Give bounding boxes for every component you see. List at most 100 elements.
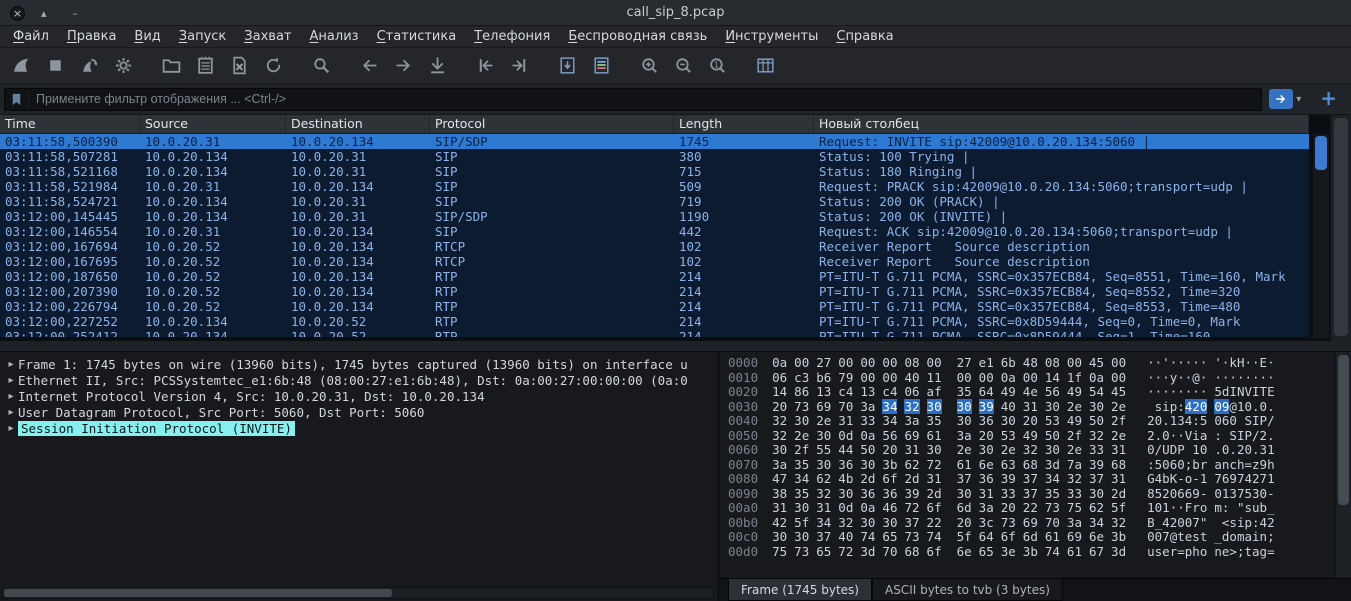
packet-row[interactable]: 03:11:58,50728110.0.20.13410.0.20.31SIP3… [0,149,1309,164]
hex-byte[interactable]: 00 [838,355,853,370]
hex-byte[interactable]: 40 [904,370,919,385]
ascii-char[interactable]: . [1267,428,1275,443]
hex-byte[interactable]: 08 [904,355,919,370]
ascii-char[interactable]: 3 [1177,413,1185,428]
hex-byte[interactable]: 30 [772,442,787,457]
cell-time[interactable]: 03:12:00,167695 [0,254,140,269]
hex-byte[interactable]: 35 [794,457,809,472]
ascii-char[interactable]: r [1192,500,1200,515]
hex-byte[interactable]: 0a [772,355,787,370]
hex-byte[interactable]: c4 [882,384,897,399]
ascii-char[interactable]: _ [1267,500,1275,515]
hex-row[interactable]: 00703a353036303b6272616e63683d7a3968:506… [728,458,1333,473]
packet-row[interactable]: 03:11:58,52198410.0.20.3110.0.20.134SIP5… [0,179,1309,194]
hex-byte[interactable]: 86 [794,384,809,399]
menu-item-8[interactable]: Беспроводная связь [559,26,716,48]
ascii-char[interactable] [1229,500,1237,515]
hex-byte[interactable]: 30 [860,457,875,472]
hex-byte[interactable]: 68 [904,544,919,559]
hex-byte[interactable]: 54 [1089,384,1104,399]
menu-item-3[interactable]: Запуск [170,26,236,48]
hex-byte[interactable]: 39 [1089,457,1104,472]
cell-destination[interactable]: 10.0.20.31 [286,164,430,179]
cell-destination[interactable]: 10.0.20.31 [286,194,430,209]
hex-byte[interactable]: 13 [860,384,875,399]
column-header-4[interactable]: Length [674,115,814,133]
hex-byte[interactable]: 33 [1067,486,1082,501]
cell-source[interactable]: 10.0.20.52 [140,284,286,299]
hex-byte[interactable]: 32 [1111,515,1126,530]
hex-byte[interactable]: 70 [882,544,897,559]
hex-byte[interactable]: 6f [927,500,942,515]
hex-byte[interactable]: 6f [1001,529,1016,544]
capture-options-button[interactable] [110,52,137,80]
hex-byte[interactable]: 34 [1089,515,1104,530]
cell-source[interactable]: 10.0.20.134 [140,314,286,329]
hex-byte[interactable]: 68 [1023,457,1038,472]
ascii-char[interactable]: u [1147,544,1155,559]
hex-byte[interactable]: 72 [927,457,942,472]
ascii-char[interactable]: t [1244,544,1252,559]
save-file-button[interactable] [192,52,219,80]
hex-byte[interactable]: 30 [838,486,853,501]
menu-item-10[interactable]: Справка [827,26,902,48]
hex-byte[interactable]: 61 [957,457,972,472]
hex-byte[interactable]: 31 [816,500,831,515]
packet-row[interactable]: 03:11:58,52472110.0.20.13410.0.20.31SIP7… [0,194,1309,209]
hex-byte[interactable]: 2d [904,471,919,486]
cell-time[interactable]: 03:12:00,207390 [0,284,140,299]
ascii-char[interactable]: 0 [1162,428,1170,443]
hex-byte[interactable]: 62 [904,457,919,472]
ascii-char[interactable]: . [1162,413,1170,428]
hex-byte[interactable]: 73 [1001,515,1016,530]
hex-byte[interactable]: 2e [816,413,831,428]
packet-row[interactable]: 03:12:00,18765010.0.20.5210.0.20.134RTP2… [0,269,1309,284]
hex-byte[interactable]: 32 [772,428,787,443]
hex-byte[interactable]: 20 [1001,500,1016,515]
cell-protocol[interactable]: SIP [430,194,674,209]
packet-row[interactable]: 03:12:00,20739010.0.20.5210.0.20.134RTP2… [0,284,1309,299]
column-header-1[interactable]: Source [140,115,286,133]
ascii-char[interactable]: 1 [1267,471,1275,486]
cell-destination[interactable]: 10.0.20.134 [286,269,430,284]
ascii-char[interactable]: 0 [1147,442,1155,457]
ascii-char[interactable]: i [1252,529,1260,544]
filter-bookmark-icon[interactable] [5,91,29,108]
ascii-char[interactable]: z [1252,457,1260,472]
ascii-char[interactable]: 0 [1214,413,1222,428]
cell-protocol[interactable]: RTP [430,269,674,284]
hex-byte[interactable]: 0a [1001,370,1016,385]
hex-byte[interactable]: 3a [904,413,919,428]
hex-byte[interactable]: 00 [979,370,994,385]
ascii-char[interactable]: 1 [1162,500,1170,515]
ascii-char[interactable]: @ [1192,370,1200,385]
hex-byte[interactable]: 1f [1067,370,1082,385]
hex-byte[interactable]: 00 [1111,370,1126,385]
hex-byte[interactable]: 74 [860,529,875,544]
hex-row[interactable]: 0020148613c413c406af3564494e56495445····… [728,385,1333,400]
cell-length[interactable]: 214 [674,284,814,299]
hex-byte[interactable]: 39 [1001,471,1016,486]
ascii-char[interactable]: s [1192,529,1200,544]
ascii-char[interactable]: m [1214,500,1222,515]
hex-byte[interactable]: 40 [1001,399,1016,414]
ascii-char[interactable]: · [1177,384,1185,399]
cell-protocol[interactable]: RTCP [430,239,674,254]
ascii-char[interactable]: · [1267,355,1275,370]
cell-destination[interactable]: 10.0.20.134 [286,134,430,149]
hex-byte[interactable]: 61 [1045,529,1060,544]
ascii-char[interactable]: k [1229,355,1237,370]
hex-byte[interactable]: 31 [927,471,942,486]
ascii-char[interactable]: : [1214,428,1222,443]
hex-byte[interactable]: 50 [1045,428,1060,443]
hex-byte[interactable]: 62 [816,471,831,486]
hex-byte[interactable]: 39 [904,486,919,501]
hex-byte[interactable]: 06 [904,384,919,399]
packet-row[interactable]: 03:12:00,25241210.0.20.13410.0.20.52RTP2… [0,329,1309,337]
hex-byte[interactable]: 2e [1067,442,1082,457]
ascii-char[interactable]: 4 [1260,515,1268,530]
hex-row[interactable]: 0060302f5544502031302e302e32302e33310/UD… [728,443,1333,458]
hex-byte[interactable]: 30 [1089,399,1104,414]
ascii-char[interactable]: t [1177,529,1185,544]
ascii-char[interactable]: 2 [1147,413,1155,428]
